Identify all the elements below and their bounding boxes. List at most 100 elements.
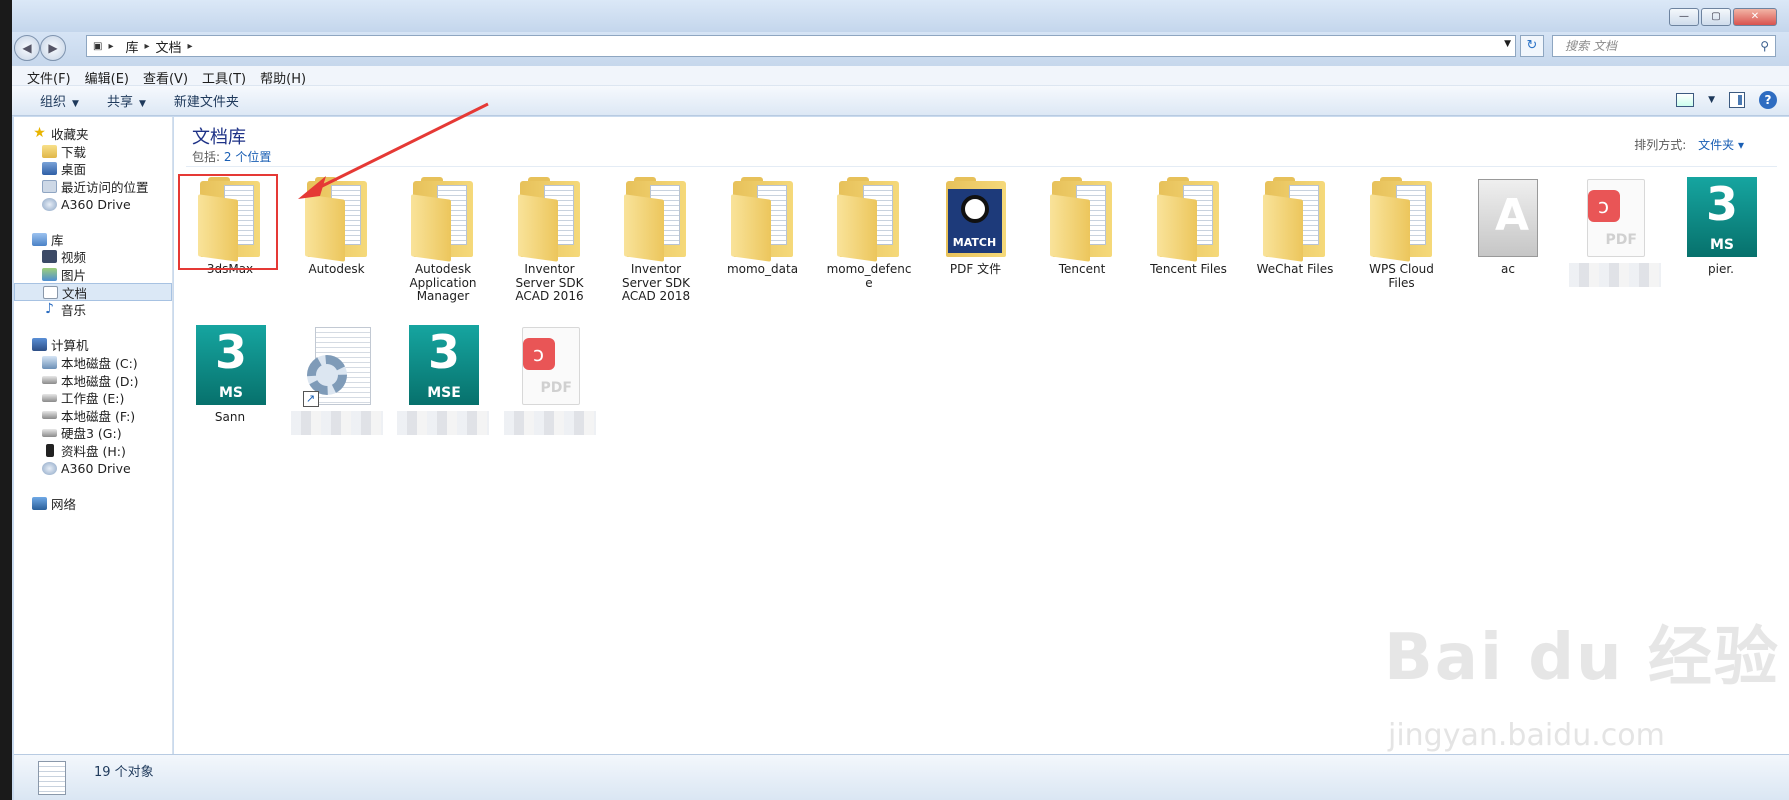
file-item[interactable]: ↗ xyxy=(290,325,383,435)
sidebar-item-recent[interactable]: 最近访问的位置 xyxy=(14,178,172,196)
sidebar-item-computer[interactable]: 计算机 xyxy=(14,336,172,354)
sidebar-item-libraries[interactable]: 库 xyxy=(14,231,172,249)
sidebar-item-drive-h[interactable]: 资料盘 (H:) xyxy=(14,442,172,460)
file-item[interactable]: MATCH PDF 文件 xyxy=(930,177,1022,277)
refresh-button[interactable]: ↻ xyxy=(1520,35,1544,57)
sidebar-label: 本地磁盘 (C:) xyxy=(61,356,138,372)
phone-icon xyxy=(46,443,54,457)
chevron-down-icon[interactable]: ▼ xyxy=(1504,39,1511,49)
search-icon[interactable]: ⚲ xyxy=(1760,36,1769,56)
desktop-icon xyxy=(42,162,57,176)
file-name: Inventor Server SDK ACAD 2018 xyxy=(621,262,691,303)
sidebar-item-videos[interactable]: 视频 xyxy=(14,248,172,266)
item-count: 19 个对象 xyxy=(94,765,154,780)
search-input[interactable]: 搜索 文档 ⚲ xyxy=(1552,35,1776,57)
chevron-down-icon[interactable]: ▼ xyxy=(1708,95,1715,105)
folder-icon: ▣ xyxy=(93,40,103,52)
file-item[interactable]: Tencent Files xyxy=(1143,177,1235,277)
library-includes: 包括: 2 个位置 xyxy=(192,148,271,165)
sidebar-item-a360-computer[interactable]: A360 Drive xyxy=(14,459,172,477)
sidebar-label: 库 xyxy=(51,232,64,248)
blurred-file-name xyxy=(397,411,489,435)
help-icon[interactable]: ? xyxy=(1759,91,1777,109)
back-button[interactable]: ◀ xyxy=(14,35,40,61)
network-icon xyxy=(32,496,47,510)
menu-view[interactable]: 查看(V) xyxy=(136,66,195,87)
new-folder-button[interactable]: 新建文件夹 xyxy=(160,91,253,110)
folder-icon xyxy=(407,177,479,262)
sidebar-item-drive-g[interactable]: 硬盘3 (G:) xyxy=(14,424,172,442)
minimize-button[interactable]: — xyxy=(1669,8,1699,26)
search-placeholder: 搜索 文档 xyxy=(1565,39,1617,53)
sidebar-item-drive-d[interactable]: 本地磁盘 (D:) xyxy=(14,371,172,389)
file-item[interactable]: WPS Cloud Files xyxy=(1356,177,1448,290)
arrange-label: 排列方式: xyxy=(1634,138,1687,152)
autocad-file-icon xyxy=(1472,177,1544,261)
sidebar-label: 桌面 xyxy=(61,162,87,178)
forward-button[interactable]: ▶ xyxy=(40,35,66,61)
share-button[interactable]: 共享 ▼ xyxy=(93,91,160,110)
sidebar-item-network[interactable]: 网络 xyxy=(14,494,172,512)
file-item[interactable]: WeChat Files xyxy=(1249,177,1341,277)
address-bar[interactable]: ▣ ▸ 库 ▸ 文档 ▸ ▼ xyxy=(86,35,1516,57)
sidebar-item-desktop[interactable]: 桌面 xyxy=(14,160,172,178)
file-item[interactable]: ↄ PDF xyxy=(503,325,596,435)
file-item[interactable]: Inventor Server SDK ACAD 2016 xyxy=(504,177,596,304)
sidebar-item-favorites[interactable]: ★ 收藏夹 xyxy=(14,125,172,143)
file-item[interactable]: momo_data xyxy=(717,177,809,277)
menu-file[interactable]: 文件(F) xyxy=(20,66,78,87)
sidebar-label: 本地磁盘 (D:) xyxy=(61,373,139,389)
sidebar-item-music[interactable]: ♪ 音乐 xyxy=(14,301,172,319)
close-button[interactable]: ✕ xyxy=(1733,8,1777,26)
breadcrumb-library[interactable]: 库 xyxy=(125,37,138,56)
file-name: Tencent Files xyxy=(1150,262,1227,276)
file-item[interactable]: Tencent xyxy=(1036,177,1128,277)
recent-places-icon xyxy=(42,180,57,194)
pdf-file-icon: ↄ PDF xyxy=(514,325,586,409)
sidebar-item-a360-favorite[interactable]: A360 Drive xyxy=(14,195,172,213)
organize-button[interactable]: 组织 ▼ xyxy=(26,91,93,110)
file-item[interactable]: Inventor Server SDK ACAD 2018 xyxy=(610,177,702,304)
file-item[interactable]: Autodesk Application Manager xyxy=(397,177,489,304)
file-item[interactable]: ac xyxy=(1462,177,1554,277)
locations-link[interactable]: 2 个位置 xyxy=(224,150,271,164)
folder-icon xyxy=(1366,177,1438,262)
breadcrumb-documents[interactable]: 文档 xyxy=(156,37,182,56)
file-item[interactable]: 3 MS pier. xyxy=(1675,177,1767,277)
sidebar-item-drive-f[interactable]: 本地磁盘 (F:) xyxy=(14,407,172,425)
sidebar-item-downloads[interactable]: 下载 xyxy=(14,143,172,161)
file-item[interactable]: ↄ PDF xyxy=(1568,177,1661,287)
file-item[interactable]: 3 MSE xyxy=(397,325,489,435)
sidebar-item-pictures[interactable]: 图片 xyxy=(14,266,172,284)
sidebar-item-documents[interactable]: 文档 xyxy=(14,283,172,301)
drive-icon xyxy=(42,393,57,402)
change-view-icon[interactable] xyxy=(1676,93,1695,107)
sidebar-label: 音乐 xyxy=(61,303,87,319)
menu-bar: 文件(F) 编辑(E) 查看(V) 工具(T) 帮助(H) xyxy=(12,66,1789,87)
folder-icon xyxy=(1153,177,1225,262)
arrange-dropdown[interactable]: 文件夹 ▾ xyxy=(1698,138,1744,152)
file-name: ac xyxy=(1501,262,1515,276)
command-bar: 组织 ▼ 共享 ▼ 新建文件夹 ▼ ? xyxy=(12,86,1789,116)
folder-icon xyxy=(1259,177,1331,262)
blurred-file-name xyxy=(503,411,596,435)
document-icon xyxy=(43,285,58,299)
navigation-pane: ★ 收藏夹 下载 桌面 最近访问的位置 A360 Drive 库 视频 图片 文档… xyxy=(14,117,173,754)
maximize-button[interactable]: ▢ xyxy=(1701,8,1731,26)
menu-tools[interactable]: 工具(T) xyxy=(195,66,253,87)
folder-icon xyxy=(514,177,586,262)
sidebar-item-drive-c[interactable]: 本地磁盘 (C:) xyxy=(14,354,172,372)
file-item[interactable]: 3 MS Sann xyxy=(184,325,276,425)
document-library-icon xyxy=(38,761,66,795)
menu-edit[interactable]: 编辑(E) xyxy=(78,66,136,87)
preview-pane-icon[interactable] xyxy=(1729,92,1745,108)
sidebar-item-drive-e[interactable]: 工作盘 (E:) xyxy=(14,389,172,407)
star-icon: ★ xyxy=(33,125,46,142)
file-name: Tencent xyxy=(1058,262,1106,276)
file-item[interactable]: Autodesk xyxy=(291,177,383,277)
file-name: WeChat Files xyxy=(1256,262,1334,276)
menu-help[interactable]: 帮助(H) xyxy=(253,66,313,87)
music-icon: ♪ xyxy=(45,301,54,318)
file-item[interactable]: momo_defence xyxy=(823,177,915,290)
folder-icon xyxy=(620,177,692,262)
